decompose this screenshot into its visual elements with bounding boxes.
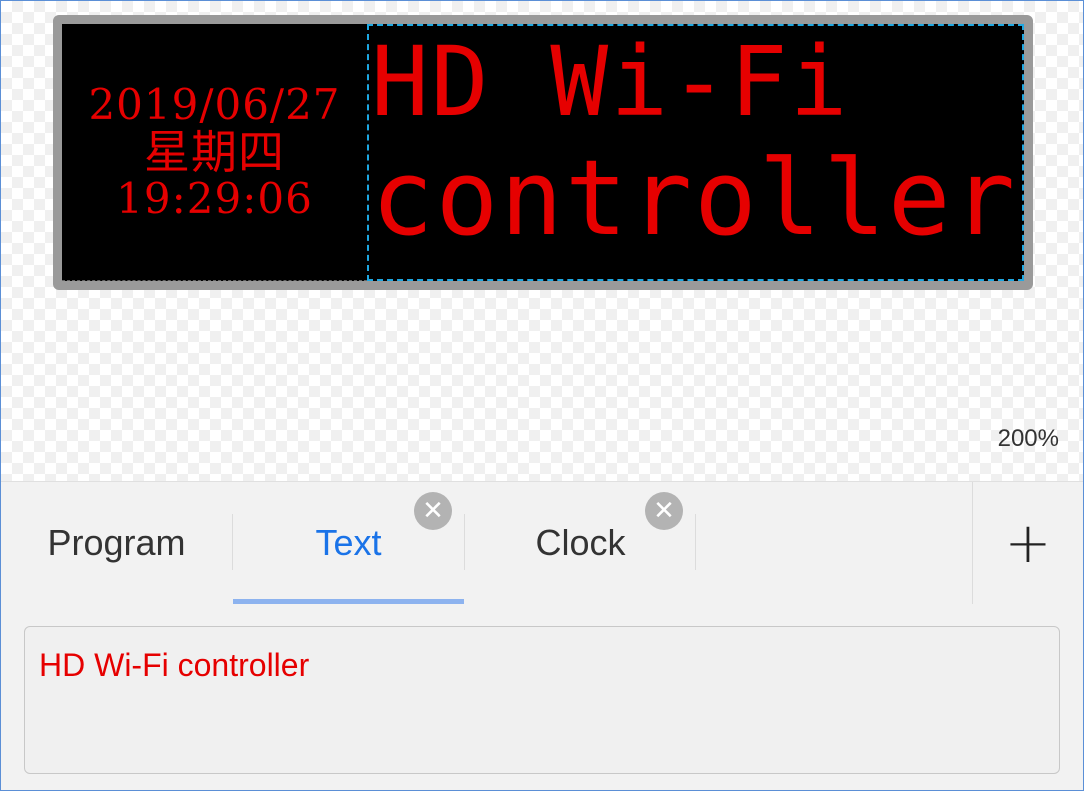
clock-time: 19:29:06 [116, 174, 313, 223]
led-screen-preview[interactable]: 2019/06/27 星期四 19:29:06 HD Wi-Fi control… [53, 15, 1033, 290]
edit-panel: HD Wi-Fi controller [1, 604, 1083, 790]
zoom-level: 200% [997, 425, 1059, 452]
preview-canvas[interactable]: 2019/06/27 星期四 19:29:06 HD Wi-Fi control… [1, 1, 1083, 481]
text-content-field[interactable]: HD Wi-Fi controller [24, 626, 1060, 774]
tab-clock[interactable]: Clock ✕ [465, 482, 696, 604]
tab-program[interactable]: Program [1, 482, 232, 604]
clock-region[interactable]: 2019/06/27 星期四 19:29:06 [62, 24, 367, 281]
text-region[interactable]: HD Wi-Fi controller [367, 24, 1024, 281]
tab-label: Program [47, 522, 186, 563]
add-tab-button[interactable]: + [972, 482, 1083, 604]
led-text-line-2: controller [371, 137, 1018, 259]
tab-divider [695, 514, 696, 570]
tab-bar: Program Text ✕ Clock ✕ + [1, 481, 1083, 605]
clock-weekday: 星期四 [144, 125, 285, 179]
led-text-line-1: HD Wi-Fi [371, 26, 850, 138]
tab-label: Text [315, 522, 382, 563]
tab-text[interactable]: Text ✕ [233, 482, 464, 604]
clock-date: 2019/06/27 [88, 80, 341, 129]
close-icon[interactable]: ✕ [414, 492, 452, 530]
plus-icon: + [1004, 510, 1052, 576]
close-icon[interactable]: ✕ [645, 492, 683, 530]
tab-label: Clock [535, 522, 626, 563]
